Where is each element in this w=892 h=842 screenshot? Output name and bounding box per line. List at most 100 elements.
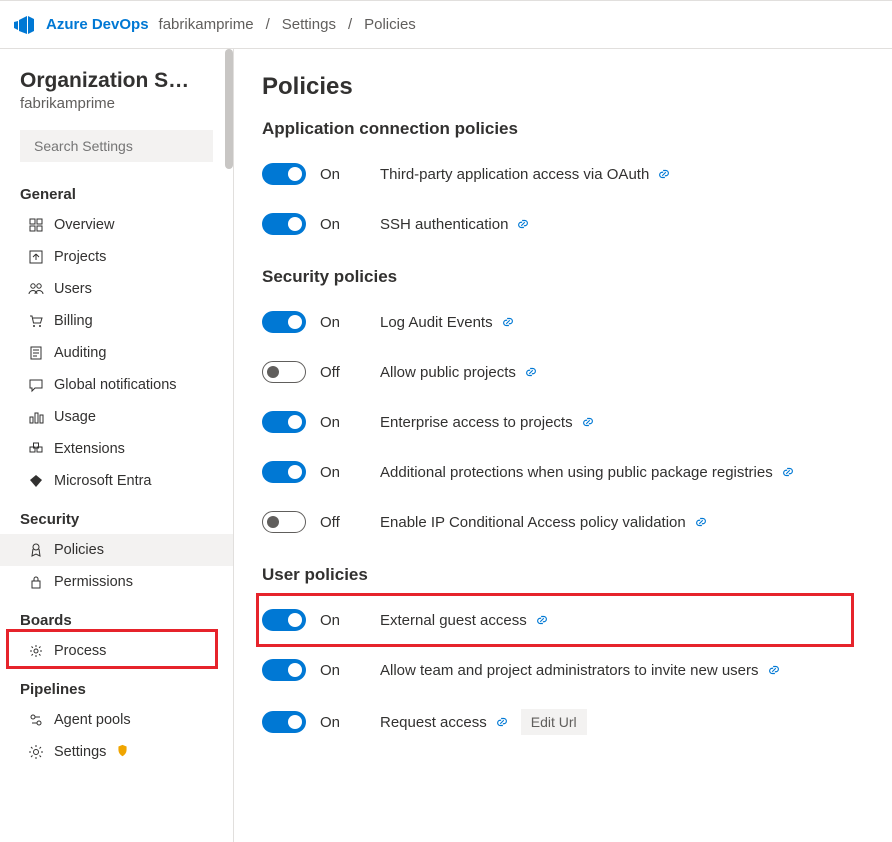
sidebar-item-label: Agent pools [54, 712, 131, 728]
sidebar-item-overview[interactable]: Overview [0, 209, 233, 241]
badge-icon [28, 542, 44, 558]
link-icon[interactable] [781, 465, 795, 479]
sidebar-item-process[interactable]: Process [0, 635, 233, 667]
sidebar-item-permissions[interactable]: Permissions [0, 566, 233, 598]
toggle-state-label: On [320, 662, 348, 679]
up-box-icon [28, 249, 44, 265]
sidebar-item-policies[interactable]: Policies [0, 534, 233, 566]
sidebar-item-usage[interactable]: Usage [0, 401, 233, 433]
org-name: fabrikamprime [20, 95, 213, 112]
link-icon[interactable] [535, 613, 549, 627]
sidebar: Organization S… fabrikamprime General Ove… [0, 49, 234, 842]
shield-badge-icon [116, 744, 129, 761]
main-content: Policies Application connection policies… [234, 49, 892, 842]
toggle-switch[interactable] [262, 659, 306, 681]
brand-link[interactable]: Azure DevOps [46, 16, 149, 33]
sidebar-item-label: Global notifications [54, 377, 177, 393]
policy-label: Enterprise access to projects [380, 414, 595, 431]
sidebar-item-label: Microsoft Entra [54, 473, 152, 489]
sidebar-item-label: Billing [54, 313, 93, 329]
toggle-state-label: On [320, 166, 348, 183]
nav-group-label: Pipelines [0, 667, 233, 704]
toggle-switch[interactable] [262, 461, 306, 483]
toggle-state-label: On [320, 612, 348, 629]
lock-icon [28, 574, 44, 590]
policy-label: Request access Edit Url [380, 709, 587, 735]
policy-row: On Log Audit Events [262, 297, 864, 347]
breadcrumb-org[interactable]: fabrikamprime [159, 16, 254, 33]
policy-row: On Request access Edit Url [262, 695, 864, 749]
sidebar-item-extensions[interactable]: Extensions [0, 433, 233, 465]
sidebar-item-auditing[interactable]: Auditing [0, 337, 233, 369]
search-input[interactable] [34, 138, 205, 154]
sidebar-item-users[interactable]: Users [0, 273, 233, 305]
policy-row: On SSH authentication [262, 199, 864, 249]
sidebar-item-settings[interactable]: Settings [0, 736, 233, 768]
bars-icon [28, 409, 44, 425]
page-title: Policies [262, 73, 864, 101]
link-icon[interactable] [581, 415, 595, 429]
sidebar-item-label: Auditing [54, 345, 106, 361]
policy-label: Allow public projects [380, 364, 538, 381]
grid-icon [28, 217, 44, 233]
toggle-switch[interactable] [262, 213, 306, 235]
toggle-switch[interactable] [262, 609, 306, 631]
link-icon[interactable] [495, 715, 509, 729]
toggle-switch[interactable] [262, 311, 306, 333]
link-icon[interactable] [501, 315, 515, 329]
section-title: Security policies [262, 267, 864, 287]
ext-icon [28, 441, 44, 457]
link-icon[interactable] [767, 663, 781, 677]
sidebar-item-agent-pools[interactable]: Agent pools [0, 704, 233, 736]
org-settings-title: Organization S… [20, 69, 213, 93]
toggle-state-label: On [320, 714, 348, 731]
policy-row: OnAdditional protections when using publ… [262, 447, 864, 497]
link-icon[interactable] [516, 217, 530, 231]
toggle-state-label: Off [320, 364, 348, 381]
search-settings-box[interactable] [20, 130, 213, 162]
toggle-state-label: Off [320, 514, 348, 531]
link-icon[interactable] [657, 167, 671, 181]
breadcrumb-policies[interactable]: Policies [364, 16, 416, 33]
toggle-switch[interactable] [262, 163, 306, 185]
policy-row: OnThird-party application access via OAu… [262, 149, 864, 199]
edit-url-button[interactable]: Edit Url [521, 709, 587, 735]
policy-row: On Allow team and project administrators … [262, 645, 864, 695]
sidebar-item-microsoft-entra[interactable]: Microsoft Entra [0, 465, 233, 497]
policy-row: Off Allow public projects [262, 347, 864, 397]
sidebar-item-label: Policies [54, 542, 104, 558]
policy-label: Enable IP Conditional Access policy vali… [380, 514, 708, 531]
link-icon[interactable] [694, 515, 708, 529]
policy-label: Log Audit Events [380, 314, 515, 331]
sidebar-item-label: Permissions [54, 574, 133, 590]
sidebar-item-global-notifications[interactable]: Global notifications [0, 369, 233, 401]
policy-label: SSH authentication [380, 216, 530, 233]
breadcrumb: Azure DevOps fabrikamprime / Settings / … [0, 1, 892, 49]
policy-row: On Enterprise access to projects [262, 397, 864, 447]
cart-icon [28, 313, 44, 329]
breadcrumb-separator: / [348, 16, 352, 33]
doc-icon [28, 345, 44, 361]
sidebar-item-label: Settings [54, 744, 106, 760]
section-title: Application connection policies [262, 119, 864, 139]
toggle-state-label: On [320, 414, 348, 431]
link-icon[interactable] [524, 365, 538, 379]
policy-row: Off Enable IP Conditional Access policy v… [262, 497, 864, 547]
toggle-switch[interactable] [262, 411, 306, 433]
sidebar-item-label: Usage [54, 409, 96, 425]
policy-label: External guest access [380, 612, 549, 629]
toggle-switch[interactable] [262, 711, 306, 733]
sidebar-item-label: Extensions [54, 441, 125, 457]
sidebar-item-label: Overview [54, 217, 114, 233]
nav-group-label: General [0, 172, 233, 209]
breadcrumb-settings[interactable]: Settings [282, 16, 336, 33]
toggle-state-label: On [320, 314, 348, 331]
toggle-state-label: On [320, 216, 348, 233]
sidebar-item-label: Users [54, 281, 92, 297]
toggle-switch[interactable] [262, 511, 306, 533]
sidebar-item-billing[interactable]: Billing [0, 305, 233, 337]
toggle-switch[interactable] [262, 361, 306, 383]
policy-label: Allow team and project administrators to… [380, 662, 781, 679]
azure-devops-logo-icon [12, 13, 36, 37]
sidebar-item-projects[interactable]: Projects [0, 241, 233, 273]
